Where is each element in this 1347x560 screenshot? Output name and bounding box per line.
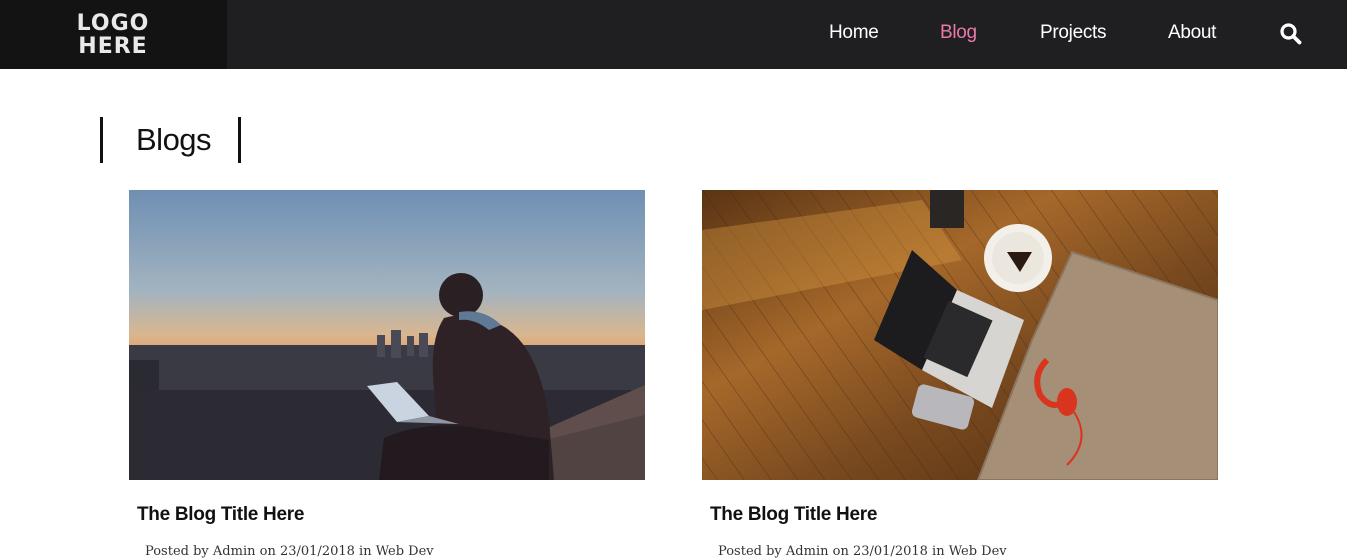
- blog-card-title[interactable]: The Blog Title Here: [137, 504, 304, 526]
- logo-line-2: HERE: [78, 33, 148, 59]
- nav-link-projects[interactable]: Projects: [1040, 22, 1107, 44]
- category-link[interactable]: Web Dev: [376, 544, 434, 559]
- blog-card-image[interactable]: [702, 190, 1218, 480]
- post-date: 23/01/2018: [852, 544, 928, 559]
- blog-card-title[interactable]: The Blog Title Here: [710, 504, 877, 526]
- blog-card[interactable]: The Blog Title Here Posted by Admin on 2…: [129, 190, 645, 559]
- blog-card-meta: Posted by Admin on 23/01/2018 in Web Dev: [145, 544, 434, 560]
- category-link[interactable]: Web Dev: [949, 544, 1007, 559]
- page-title: Blogs: [136, 122, 212, 157]
- meta-on: on: [259, 544, 276, 559]
- search-icon: [1280, 23, 1302, 45]
- section-heading: Blogs: [100, 117, 241, 163]
- logo: LOGO HERE: [77, 12, 150, 58]
- nav-link-blog[interactable]: Blog: [940, 22, 977, 44]
- logo-line-1: LOGO: [76, 10, 150, 36]
- nav-link-about[interactable]: About: [1168, 22, 1216, 44]
- nav-link-home[interactable]: Home: [829, 22, 879, 44]
- meta-posted-by: Posted by: [718, 544, 782, 559]
- blog-card-image[interactable]: [129, 190, 645, 480]
- logo-link[interactable]: LOGO HERE: [0, 0, 227, 69]
- top-navbar: LOGO HERE Home Blog Projects About: [0, 0, 1347, 69]
- blog-card[interactable]: The Blog Title Here Posted by Admin on 2…: [702, 190, 1218, 559]
- post-date: 23/01/2018: [279, 544, 355, 559]
- meta-posted-by: Posted by: [145, 544, 209, 559]
- author-link[interactable]: Admin: [213, 544, 256, 559]
- meta-in: in: [932, 544, 945, 559]
- meta-in: in: [359, 544, 372, 559]
- meta-on: on: [832, 544, 849, 559]
- blog-card-meta: Posted by Admin on 23/01/2018 in Web Dev: [718, 544, 1007, 560]
- search-button[interactable]: [1279, 22, 1303, 46]
- author-link[interactable]: Admin: [786, 544, 829, 559]
